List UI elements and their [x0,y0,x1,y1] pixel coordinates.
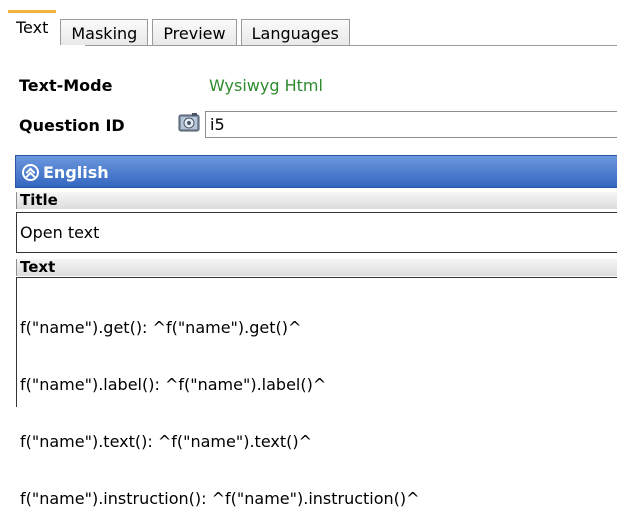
language-section-title: English [43,163,109,182]
text-line: f("name").label(): ^f("name").label()^ [20,375,327,394]
tab-languages[interactable]: Languages [240,19,350,45]
text-line: f("name").text(): ^f("name").text()^ [20,432,313,451]
question-id-input[interactable] [205,111,617,138]
collapse-icon[interactable] [22,164,39,181]
tab-text[interactable]: Text [8,10,57,46]
question-id-generator-icon[interactable] [178,112,200,134]
question-id-label: Question ID [19,116,125,135]
title-field-label: Title [16,192,617,209]
tab-divider [85,45,617,46]
text-field-label: Text [16,259,617,276]
tab-masking[interactable]: Masking [60,19,149,45]
title-input[interactable] [16,212,617,253]
language-section-header[interactable]: English [15,155,617,188]
tab-preview[interactable]: Preview [152,19,237,45]
text-line: f("name").instruction(): ^f("name").inst… [20,489,420,508]
text-mode-value: Wysiwyg Html [209,76,323,95]
text-mode-label: Text-Mode [19,76,113,95]
tab-bar: Text Masking Preview Languages [8,10,354,46]
text-line: f("name").get(): ^f("name").get()^ [20,318,302,337]
text-editor[interactable]: f("name").get(): ^f("name").get()^ f("na… [16,277,617,508]
